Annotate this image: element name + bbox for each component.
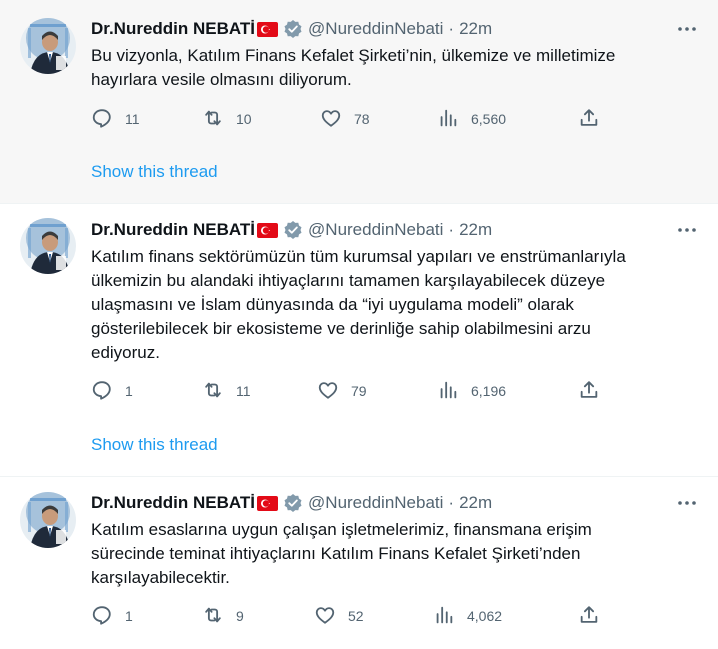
retweet-button[interactable]: 10 <box>202 106 252 132</box>
tweet-2[interactable]: Dr.Nureddin NEBATİ @NureddinNebati · 22m… <box>0 204 718 477</box>
views-count: 6,560 <box>471 111 507 127</box>
timestamp[interactable]: 22m <box>459 19 492 39</box>
show-thread-link[interactable]: Show this thread <box>91 162 218 182</box>
retweet-count: 10 <box>236 111 252 127</box>
separator-dot: · <box>448 19 455 38</box>
show-thread-link[interactable]: Show this thread <box>91 435 218 455</box>
reply-count: 1 <box>125 608 133 624</box>
separator-dot: · <box>448 220 455 239</box>
reply-count: 11 <box>125 111 140 127</box>
tweet-actions: 1 11 79 6,196 <box>91 378 611 404</box>
avatar[interactable] <box>20 218 76 274</box>
author-name[interactable]: Dr.Nureddin NEBATİ <box>91 220 255 240</box>
tweet-actions: 1 9 52 4,062 <box>91 603 611 629</box>
tweet-text-line: sürecinde teminat ihtiyaçlarını Katılım … <box>91 544 581 563</box>
share-button[interactable] <box>578 603 600 629</box>
views-icon <box>437 107 459 132</box>
more-icon[interactable] <box>676 492 698 514</box>
tweet-text-line: ediyoruz. <box>91 343 160 362</box>
reply-icon <box>91 604 113 629</box>
like-count: 78 <box>354 111 370 127</box>
verified-badge-icon[interactable] <box>283 493 303 513</box>
author-handle[interactable]: @NureddinNebati <box>308 19 443 39</box>
like-button[interactable]: 79 <box>317 378 367 404</box>
retweet-count: 9 <box>236 608 244 624</box>
retweet-icon <box>202 379 224 404</box>
tweet-text-line: gösterilebilecek bir ekosisteme ve derin… <box>91 319 591 338</box>
more-icon[interactable] <box>676 18 698 40</box>
tweet-text-line: ülkemizin bu alandaki ihtiyaçlarını tama… <box>91 271 606 290</box>
tweet-text: Katılım finans sektörümüzün tüm kurumsal… <box>91 245 691 365</box>
avatar[interactable] <box>20 492 76 548</box>
tweet-text-line: Katılım finans sektörümüzün tüm kurumsal… <box>91 247 626 266</box>
tweet-3[interactable]: Dr.Nureddin NEBATİ @NureddinNebati · 22m… <box>0 477 718 649</box>
share-button[interactable] <box>578 378 600 404</box>
tweet-text-line: Bu vizyonla, Katılım Finans Kefalet Şirk… <box>91 46 616 65</box>
like-count: 79 <box>351 383 367 399</box>
views-icon <box>437 379 459 404</box>
retweet-count: 11 <box>236 383 251 399</box>
tweet-actions: 11 10 78 6,560 <box>91 106 611 132</box>
author-name[interactable]: Dr.Nureddin NEBATİ <box>91 493 255 513</box>
views-count: 4,062 <box>467 608 503 624</box>
author-handle[interactable]: @NureddinNebati <box>308 493 443 513</box>
share-icon <box>578 107 600 132</box>
author-handle[interactable]: @NureddinNebati <box>308 220 443 240</box>
separator-dot: · <box>448 493 455 512</box>
retweet-button[interactable]: 9 <box>202 603 244 629</box>
turkey-flag-icon <box>257 495 279 511</box>
tweet-text: Katılım esaslarına uygun çalışan işletme… <box>91 518 691 590</box>
like-icon <box>314 604 336 629</box>
reply-icon <box>91 107 113 132</box>
tweet-text: Bu vizyonla, Katılım Finans Kefalet Şirk… <box>91 44 691 92</box>
tweet-header: Dr.Nureddin NEBATİ @NureddinNebati · 22m <box>91 492 492 514</box>
tweet-text-line: Katılım esaslarına uygun çalışan işletme… <box>91 520 592 539</box>
author-name[interactable]: Dr.Nureddin NEBATİ <box>91 19 255 39</box>
share-button[interactable] <box>578 106 600 132</box>
share-icon <box>578 379 600 404</box>
turkey-flag-icon <box>257 222 279 238</box>
reply-button[interactable]: 1 <box>91 603 133 629</box>
views-icon <box>433 604 455 629</box>
tweet-1[interactable]: Dr.Nureddin NEBATİ @NureddinNebati · 22m… <box>0 0 718 204</box>
like-icon <box>317 379 339 404</box>
like-count: 52 <box>348 608 364 624</box>
reply-button[interactable]: 1 <box>91 378 133 404</box>
share-icon <box>578 604 600 629</box>
like-button[interactable]: 78 <box>320 106 370 132</box>
tweet-text-line: hayırlara vesile olmasını diliyorum. <box>91 70 352 89</box>
more-icon[interactable] <box>676 219 698 241</box>
views-count: 6,196 <box>471 383 507 399</box>
reply-count: 1 <box>125 383 133 399</box>
views-button[interactable]: 4,062 <box>433 603 502 629</box>
verified-badge-icon[interactable] <box>283 19 303 39</box>
retweet-icon <box>202 107 224 132</box>
tweet-text-line: ulaşmasını ve İslam dünyasında da “iyi u… <box>91 295 574 314</box>
retweet-button[interactable]: 11 <box>202 378 251 404</box>
timestamp[interactable]: 22m <box>459 493 492 513</box>
turkey-flag-icon <box>257 21 279 37</box>
like-button[interactable]: 52 <box>314 603 364 629</box>
reply-button[interactable]: 11 <box>91 106 140 132</box>
avatar[interactable] <box>20 18 76 74</box>
tweet-header: Dr.Nureddin NEBATİ @NureddinNebati · 22m <box>91 18 492 40</box>
retweet-icon <box>202 604 224 629</box>
timestamp[interactable]: 22m <box>459 220 492 240</box>
like-icon <box>320 107 342 132</box>
tweet-text-line: karşılayabilecektir. <box>91 568 230 587</box>
tweet-header: Dr.Nureddin NEBATİ @NureddinNebati · 22m <box>91 219 492 241</box>
verified-badge-icon[interactable] <box>283 220 303 240</box>
reply-icon <box>91 379 113 404</box>
views-button[interactable]: 6,196 <box>437 378 506 404</box>
views-button[interactable]: 6,560 <box>437 106 506 132</box>
